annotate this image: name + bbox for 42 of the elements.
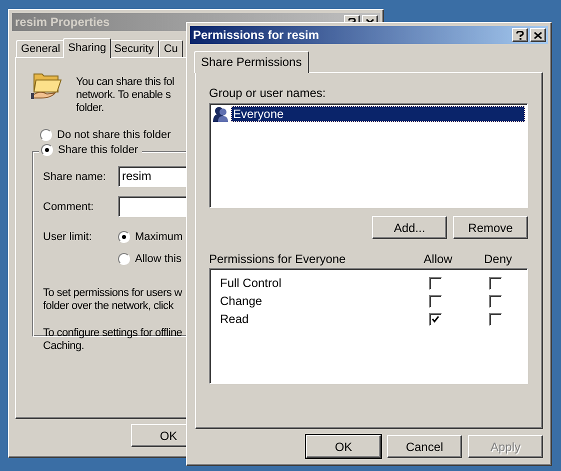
list-label: Group or user names: (209, 86, 326, 100)
note-text: To set permissions for users w (43, 287, 182, 300)
note-text: To configure settings for offline (43, 327, 182, 340)
tab[interactable]: Security (109, 40, 159, 57)
list-label: Permissions for Everyone (209, 252, 347, 266)
close-icon (534, 32, 542, 38)
window-title: resim Properties (15, 15, 111, 29)
user-item[interactable]: Everyone (231, 106, 525, 122)
intro-text: network. To enable s (76, 89, 171, 102)
tab[interactable]: General (16, 40, 66, 57)
permission-name: Full Control (220, 276, 282, 290)
check-icon (432, 316, 438, 322)
radio-circle-icon[interactable] (118, 253, 130, 265)
radio-button[interactable]: Allow this (118, 253, 183, 265)
remove-button[interactable]: Remove (453, 216, 528, 239)
help-button[interactable] (512, 28, 528, 42)
dialog-button[interactable]: OK (306, 435, 381, 458)
tab[interactable]: Sharing (63, 38, 112, 58)
window-title: Permissions for resim (193, 28, 320, 42)
intro-text: You can share this fol (76, 76, 174, 89)
radio-circle-icon[interactable] (118, 231, 130, 243)
radio-button[interactable]: Do not share this folder (40, 129, 376, 141)
dialog-button[interactable]: Cancel (387, 435, 462, 458)
permission-name: Change (220, 294, 264, 308)
column-header: Deny (482, 252, 513, 266)
column-header: Allow (422, 252, 454, 266)
intro-text: folder. (76, 102, 104, 115)
field-label: User limit: (43, 231, 93, 243)
radio-button[interactable]: Maximum (118, 231, 183, 243)
field-label: Share name: (43, 170, 107, 182)
close-button[interactable] (530, 28, 546, 42)
tab[interactable]: Share Permissions (194, 51, 309, 73)
permission-name: Read (220, 312, 250, 326)
tab[interactable]: Cu (158, 40, 183, 57)
radio-circle-icon[interactable] (40, 129, 52, 141)
help-icon (516, 30, 524, 40)
field-label: Comment: (43, 200, 95, 212)
note-text: Caching. (43, 340, 84, 353)
add-button[interactable]: Add... (372, 216, 447, 239)
users-icon (212, 106, 230, 122)
note-text: folder over the network, click (43, 300, 174, 313)
radio-circle-icon[interactable] (41, 144, 53, 156)
